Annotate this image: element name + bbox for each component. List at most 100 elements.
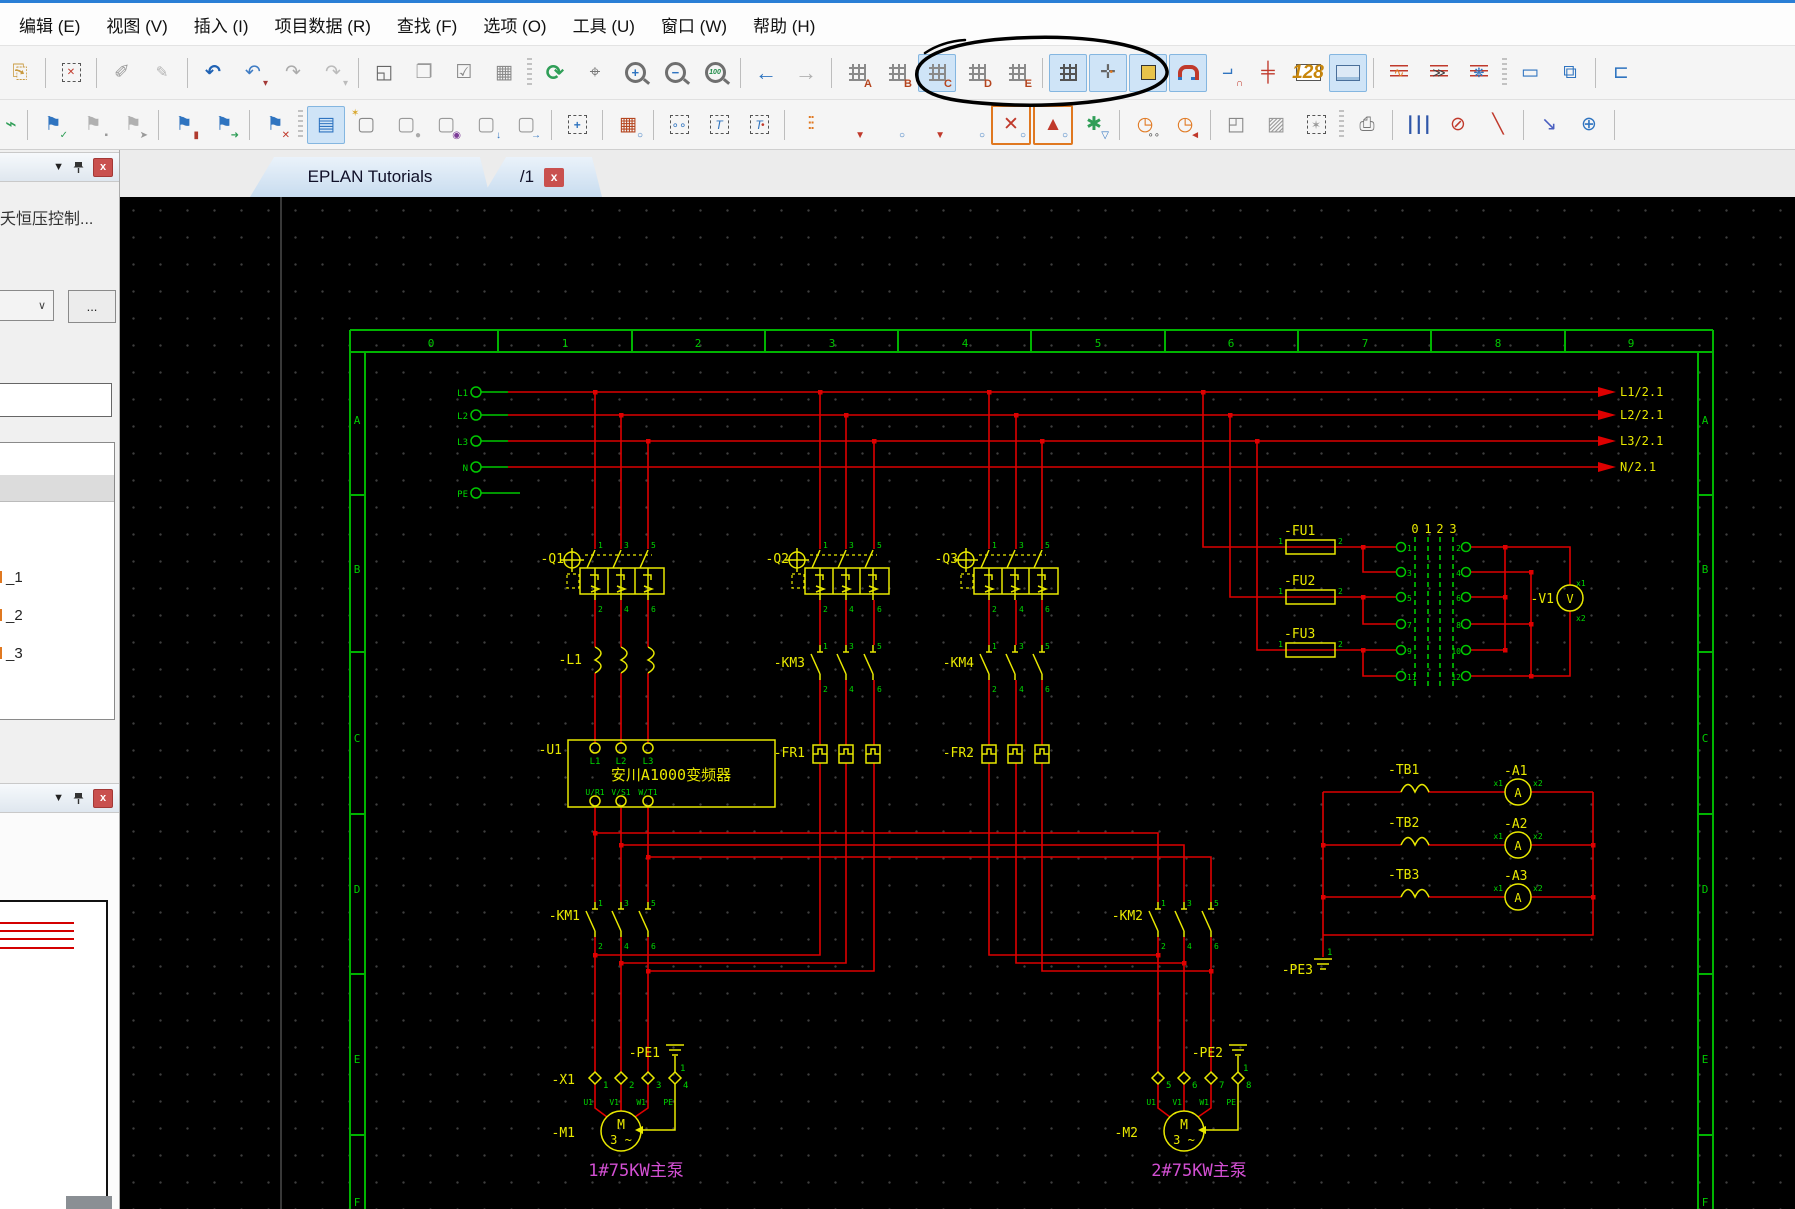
terminal-up-button[interactable]: ○ [871,106,909,144]
tab-page-1[interactable]: /1 x [482,157,602,197]
paste-button[interactable]: ⎘ [1,54,39,92]
delete-selection-button[interactable]: ✕ [52,54,90,92]
grid-e-button[interactable]: E [998,54,1036,92]
goto-next-message-button[interactable]: ⚑ ➜ [205,106,243,144]
undo-list-button[interactable]: ↶ ▾ [234,54,272,92]
stamp-button[interactable]: ⎙ [1348,106,1386,144]
page-macro-button[interactable]: ▢ ◉ [427,106,465,144]
potential-funnel-button[interactable]: ✱ ▽ [1075,106,1113,144]
device-box-button[interactable]: ▭ [1511,54,1549,92]
redo-list-button[interactable]: ↷ ▾ [314,54,352,92]
line-button[interactable]: ╲ [1479,106,1517,144]
contactor-km2[interactable] [1149,902,1214,937]
connection-point-button[interactable]: ⊘ [1439,106,1477,144]
voltmeter-selector-switch[interactable] [1395,537,1472,689]
overload-fr2[interactable] [982,745,1049,763]
check-next-button[interactable]: ⚑ ➤ [114,106,152,144]
signal-wave-button[interactable]: ∿ [1380,54,1418,92]
check-project-button[interactable]: ⚑ ✓ [34,106,72,144]
breaker-q3[interactable] [954,548,1058,600]
menu-help[interactable]: 帮助 (H) [740,8,828,41]
close-panel-button[interactable]: x [93,788,113,808]
export-page-button[interactable]: ▢ → [507,106,545,144]
toolbar-drag-handle[interactable] [527,57,532,88]
tab-project[interactable]: EPLAN Tutorials [250,157,490,197]
import-page-button[interactable]: ▢ ↓ [467,106,505,144]
refresh-button[interactable]: ⟳ [536,54,574,92]
center-target-button[interactable]: ⊕ [1570,106,1608,144]
wire-bundle-button[interactable]: ⫶⫶ [791,106,829,144]
page-filter-combo[interactable]: ∨ [0,290,54,321]
window-layout-button[interactable]: ❐ [405,54,443,92]
connection-symbol-button[interactable]: ╪ [1249,54,1287,92]
remove-message-button[interactable]: ⚑ ✕ [256,106,294,144]
macro-multi-button[interactable]: ∘∘ [660,106,698,144]
schematic-canvas[interactable]: 0 1 2 3 4 5 6 7 8 9 A B C D E F A B C D … [120,197,1795,1209]
browse-button[interactable]: ... [68,290,116,323]
close-tab-button[interactable]: x [544,168,564,187]
back-button[interactable]: ← [747,54,785,92]
reactor-l1[interactable] [594,646,655,674]
menu-options[interactable]: 选项 (O) [470,8,559,41]
grid-b-button[interactable]: B [878,54,916,92]
ground-pe3[interactable] [1313,958,1333,970]
page-item[interactable]: _3 [0,638,114,668]
signal-radio-button[interactable]: ≫ [1420,54,1458,92]
zoom-out-button[interactable]: − [656,54,694,92]
breaker-q1[interactable] [560,548,664,600]
signal-gear-button[interactable]: ❋ [1460,54,1498,92]
connection-net-button[interactable]: ⧉ [1551,54,1589,92]
page-item[interactable]: _1 [0,562,114,592]
menu-view[interactable]: 视图 (V) [93,8,180,41]
snap-to-grid-button[interactable]: ✛ • [1089,53,1127,92]
workspace-button[interactable]: ◱ [365,54,403,92]
page-item[interactable]: _2 [0,600,114,630]
page-navigator-button[interactable]: ▤ [307,105,345,144]
toolbar-drag-handle[interactable] [298,109,303,140]
menu-edit[interactable]: 编辑 (E) [6,8,93,41]
contactor-km3[interactable] [811,645,876,680]
ct-tb2[interactable] [1400,836,1430,846]
overload-fr1[interactable] [813,745,880,763]
terminal-down-button[interactable]: ▼ [831,106,869,144]
busbar-button[interactable]: ∣∣∣ [1399,106,1437,144]
page-check-button[interactable]: ☑ [445,54,483,92]
design-mode-button[interactable] [1129,53,1167,92]
menu-insert[interactable]: 插入 (I) [181,8,262,41]
grid-a-button[interactable]: A [838,54,876,92]
pin-icon[interactable] [73,161,84,174]
contactor-km4[interactable] [980,645,1045,680]
toolbar-drag-handle[interactable] [1339,109,1344,140]
graphical-preview[interactable] [0,813,119,1209]
toolbar-drag-handle[interactable] [1502,57,1507,88]
device-gauge-button[interactable]: ◷ ∘∘ [1126,106,1164,144]
menu-window[interactable]: 窗口 (W) [648,8,740,41]
text-size-button[interactable]: 128 [1289,54,1327,92]
zoom-window-button[interactable]: ⌖ [576,54,614,92]
parts-cart-button[interactable]: ⊏ [1602,54,1640,92]
breaker-q2[interactable] [785,548,889,600]
device-gauge2-button[interactable]: ◷ ◄ [1166,106,1204,144]
ct-tb1[interactable] [1400,783,1430,793]
close-panel-button[interactable]: x [93,157,113,177]
ct-tb3[interactable] [1400,888,1430,898]
object-snap-button[interactable] [1169,53,1207,92]
arrow-tool-button[interactable]: ↘ [1530,106,1568,144]
pin-icon[interactable] [73,792,84,805]
page-list[interactable]: _1 _2 _3 [0,442,115,720]
undo-button[interactable]: ↶ [194,54,232,92]
grid-display-button[interactable] [1049,53,1087,92]
project-tree-item[interactable]: 夭恒压控制... [0,205,118,229]
panel-layout-button[interactable]: ◰ [1217,106,1255,144]
filter-field[interactable] [0,383,112,417]
macro-navigator-button[interactable]: ▦ ○ [609,106,647,144]
format-brush-button[interactable]: ✐ [103,54,141,92]
menu-project-data[interactable]: 项目数据 (R) [262,8,384,41]
zoom-in-button[interactable]: + [616,54,654,92]
collapse-icon[interactable]: ▼ [53,161,64,173]
menu-utilities[interactable]: 工具 (U) [560,8,648,41]
new-page-button[interactable]: ▢ ✶ [347,106,385,144]
hatch-area-button[interactable]: ▨ [1257,106,1295,144]
message-management-button[interactable]: ⚑ ▮ [165,106,203,144]
redo-button[interactable]: ↷ [274,54,312,92]
